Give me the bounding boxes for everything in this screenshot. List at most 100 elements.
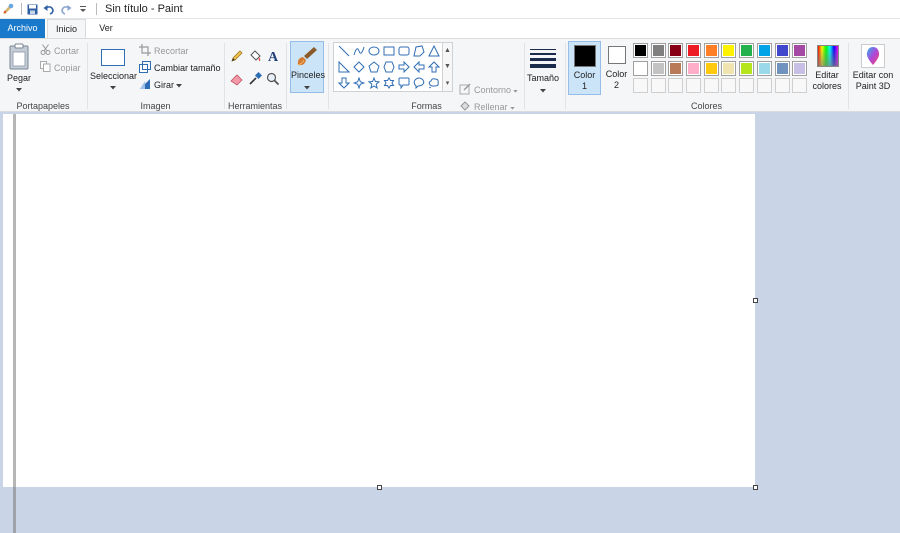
arrow-down-shape-icon[interactable]	[336, 75, 351, 91]
scroll-up-icon[interactable]: ▲	[444, 47, 451, 54]
resize-handle-bottom[interactable]	[377, 485, 382, 490]
six-point-star-shape-icon[interactable]	[381, 75, 396, 91]
rotate-button[interactable]: Girar	[139, 78, 185, 92]
custom-color-slot[interactable]	[703, 78, 719, 93]
tab-view[interactable]: Ver	[88, 19, 124, 38]
copy-button[interactable]: Copiar	[40, 61, 81, 74]
ribbon: Pegar Cortar Copiar Portapapeles Selecci…	[0, 38, 900, 112]
cut-button[interactable]: Cortar	[40, 44, 79, 57]
rectangle-shape-icon[interactable]	[381, 43, 396, 59]
custom-color-slot[interactable]	[633, 78, 648, 93]
ruler-edge	[13, 114, 16, 533]
redo-icon[interactable]	[60, 3, 72, 15]
palette-color-swatch[interactable]	[721, 60, 737, 76]
palette-color-swatch[interactable]	[650, 60, 666, 76]
palette-color-swatch[interactable]	[686, 60, 702, 76]
right-triangle-shape-icon[interactable]	[336, 59, 351, 75]
drawing-canvas[interactable]	[3, 114, 755, 487]
scissors-icon	[40, 44, 54, 57]
color-picker-icon[interactable]	[247, 71, 263, 87]
custom-color-slot[interactable]	[686, 78, 702, 93]
outline-icon	[459, 83, 474, 97]
five-point-star-shape-icon[interactable]	[366, 75, 381, 91]
edit-colors-button[interactable]: Editar colores	[810, 42, 846, 92]
custom-color-slot[interactable]	[739, 78, 755, 93]
group-divider	[848, 43, 849, 109]
fill-label: Rellenar	[474, 102, 508, 112]
color1-button[interactable]: Color 1	[568, 41, 601, 95]
window-title: Sin título - Paint	[105, 3, 183, 15]
select-label: Seleccionar	[90, 71, 138, 81]
tools-group: A Herramientas	[225, 39, 285, 113]
arrow-up-shape-icon[interactable]	[426, 59, 441, 75]
palette-color-swatch[interactable]	[756, 60, 772, 76]
color2-button[interactable]: Color 2	[603, 41, 630, 91]
cloud-callout-shape-icon[interactable]	[426, 75, 441, 91]
paste-button[interactable]: Pegar	[4, 43, 34, 94]
pentagon-shape-icon[interactable]	[366, 59, 381, 75]
custom-color-slot[interactable]	[668, 78, 684, 93]
palette-color-swatch[interactable]	[792, 43, 808, 58]
palette-color-swatch[interactable]	[703, 60, 719, 76]
palette-color-swatch[interactable]	[686, 43, 702, 58]
tab-home[interactable]: Inicio	[47, 19, 86, 39]
text-icon[interactable]: A	[265, 48, 281, 64]
palette-color-swatch[interactable]	[721, 43, 737, 58]
palette-color-swatch[interactable]	[650, 43, 666, 58]
hexagon-shape-icon[interactable]	[381, 59, 396, 75]
custom-color-slot[interactable]	[721, 78, 737, 93]
size-button[interactable]: Tamaño	[526, 43, 560, 95]
rounded-rectangle-shape-icon[interactable]	[396, 43, 411, 59]
brush-icon	[291, 42, 323, 70]
palette-color-swatch[interactable]	[703, 43, 719, 58]
resize-handle-corner[interactable]	[753, 485, 758, 490]
palette-color-swatch[interactable]	[774, 60, 790, 76]
customize-quick-access-icon[interactable]	[77, 3, 89, 15]
palette-color-swatch[interactable]	[792, 60, 808, 76]
expand-gallery-icon[interactable]: ▾	[446, 79, 450, 87]
eraser-icon[interactable]	[229, 71, 245, 87]
chevron-down-icon	[509, 102, 518, 112]
tab-file[interactable]: Archivo	[0, 19, 45, 38]
custom-color-slot[interactable]	[756, 78, 772, 93]
resize-handle-right[interactable]	[753, 298, 758, 303]
magnifier-icon[interactable]	[265, 71, 281, 87]
palette-color-swatch[interactable]	[668, 43, 684, 58]
triangle-shape-icon[interactable]	[426, 43, 441, 59]
scroll-down-icon[interactable]: ▼	[444, 63, 451, 70]
palette-color-swatch[interactable]	[668, 60, 684, 76]
edit-colors-label: Editar colores	[812, 70, 842, 91]
outline-button[interactable]: Contorno	[459, 83, 521, 97]
custom-color-slot[interactable]	[650, 78, 666, 93]
save-icon[interactable]	[26, 3, 38, 15]
palette-color-swatch[interactable]	[756, 43, 772, 58]
crop-button[interactable]: Recortar	[139, 44, 189, 58]
resize-button[interactable]: Cambiar tamaño	[139, 61, 221, 75]
palette-color-swatch[interactable]	[739, 60, 755, 76]
undo-icon[interactable]	[43, 3, 55, 15]
rounded-callout-shape-icon[interactable]	[396, 75, 411, 91]
diamond-shape-icon[interactable]	[351, 59, 366, 75]
edit-with-paint3d-button[interactable]: Editar con Paint 3D	[850, 42, 896, 92]
select-button[interactable]: Seleccionar	[90, 44, 138, 92]
brushes-button[interactable]: Pinceles	[290, 41, 325, 93]
pencil-icon[interactable]	[229, 48, 245, 64]
oval-shape-icon[interactable]	[366, 43, 381, 59]
palette-color-swatch[interactable]	[633, 60, 648, 76]
arrow-left-shape-icon[interactable]	[411, 59, 426, 75]
arrow-right-shape-icon[interactable]	[396, 59, 411, 75]
oval-callout-shape-icon[interactable]	[411, 75, 426, 91]
clipboard-group: Pegar Cortar Copiar Portapapeles	[0, 39, 86, 113]
shapes-scrollbar[interactable]: ▲ ▼ ▾	[443, 42, 453, 92]
fill-bucket-icon[interactable]	[247, 48, 263, 64]
line-shape-icon[interactable]	[336, 43, 351, 59]
palette-color-swatch[interactable]	[633, 43, 648, 58]
custom-color-slot[interactable]	[792, 78, 808, 93]
four-point-star-shape-icon[interactable]	[351, 75, 366, 91]
palette-color-swatch[interactable]	[739, 43, 755, 58]
curve-shape-icon[interactable]	[351, 43, 366, 59]
custom-color-slot[interactable]	[774, 78, 790, 93]
polygon-shape-icon[interactable]	[411, 43, 426, 59]
ribbon-tabs: Archivo Inicio Ver	[0, 19, 900, 39]
palette-color-swatch[interactable]	[774, 43, 790, 58]
